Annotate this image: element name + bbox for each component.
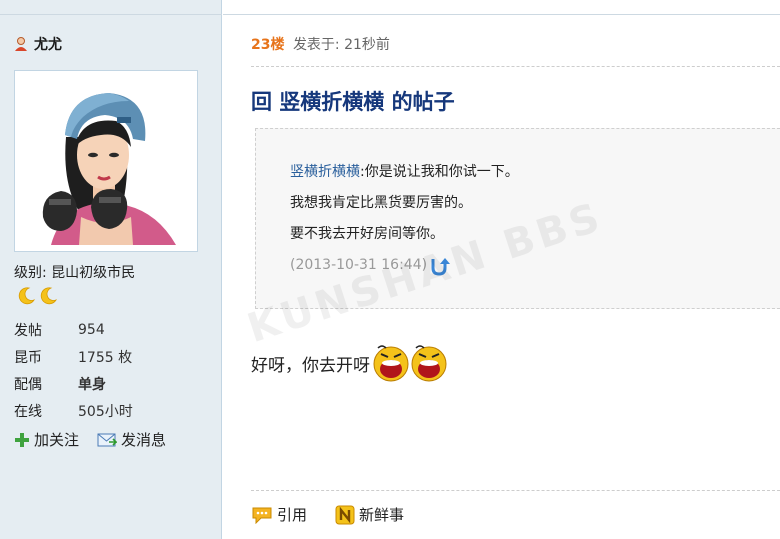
- user-level: 级别: 昆山初级市民: [14, 262, 135, 282]
- envelope-icon: [97, 433, 118, 446]
- reply-text: 好呀，你去开呀: [251, 355, 370, 376]
- quote-time-row: (2013-10-31 16:44): [290, 250, 780, 281]
- username[interactable]: 尤尤: [34, 34, 62, 54]
- stat-row: 配偶 单身: [14, 370, 133, 397]
- quote-time: (2013-10-31 16:44): [290, 257, 428, 273]
- stat-value: 954: [78, 321, 105, 338]
- reply-body: 好呀，你去开呀: [251, 340, 448, 386]
- quote-line: 我想我肯定比黑货要厉害的。: [290, 195, 472, 211]
- divider: [251, 66, 780, 67]
- post-page: 尤尤 级别: 昆山初级市民 发帖 954 昆币 1755 枚 配偶 单身 在线 …: [0, 0, 780, 539]
- user-panel: 尤尤 级别: 昆山初级市民 发帖 954 昆币 1755 枚 配偶 单身 在线 …: [0, 0, 222, 539]
- post-actions: 引用 新鲜事: [251, 504, 404, 525]
- speech-bubble-icon: [252, 507, 272, 524]
- stat-row: 在线 505小时: [14, 397, 133, 424]
- send-message-label: 发消息: [121, 431, 167, 449]
- level-label: 级别:: [14, 265, 52, 281]
- moon-icon: [18, 287, 35, 305]
- stat-key: 在线: [14, 403, 42, 420]
- user-icon: [15, 37, 27, 51]
- stat-key: 昆币: [14, 349, 42, 366]
- stat-value: 单身: [78, 376, 106, 393]
- post-meta: 23楼 发表于: 21秒前: [251, 34, 390, 54]
- stat-key: 配偶: [14, 376, 42, 393]
- news-label: 新鲜事: [359, 506, 405, 524]
- user-stats: 发帖 954 昆币 1755 枚 配偶 单身 在线 505小时: [14, 316, 133, 424]
- stat-value: 505小时: [78, 403, 133, 420]
- send-message-button[interactable]: 发消息: [97, 429, 166, 450]
- stat-row: 发帖 954: [14, 316, 133, 343]
- news-button[interactable]: 新鲜事: [335, 504, 404, 525]
- follow-button[interactable]: 加关注: [14, 429, 79, 450]
- quote-line: 要不我去开好房间等你。: [290, 226, 444, 242]
- post-time: 发表于: 21秒前: [292, 37, 390, 53]
- level-value: 昆山初级市民: [51, 265, 136, 281]
- divider: [0, 14, 222, 15]
- avatar-image: [21, 77, 191, 245]
- quote-line: 竖横折横横:你是说让我和你试一下。: [290, 157, 780, 188]
- username-row[interactable]: 尤尤: [14, 34, 62, 54]
- divider: [223, 14, 780, 15]
- news-n-icon: [335, 505, 355, 524]
- avatar[interactable]: [14, 70, 198, 252]
- level-moons: [16, 286, 58, 306]
- quote-label: 引用: [277, 506, 308, 524]
- post-title: 回 竖横折横横 的帖子: [251, 90, 455, 114]
- divider: [251, 490, 780, 491]
- quote-author[interactable]: 竖横折横横: [290, 164, 360, 180]
- quote-button[interactable]: 引用: [251, 504, 307, 525]
- stat-row: 昆币 1755 枚: [14, 343, 133, 370]
- stat-key: 发帖: [14, 322, 42, 339]
- post-content: 23楼 发表于: 21秒前 回 竖横折横横 的帖子 竖横折横横:你是说让我和你试…: [223, 0, 780, 539]
- user-actions: 加关注 发消息: [14, 429, 166, 450]
- jump-to-post-icon[interactable]: [429, 255, 451, 277]
- quote-block: 竖横折横横:你是说让我和你试一下。 我想我肯定比黑货要厉害的。 要不我去开好房间…: [255, 128, 780, 309]
- follow-label: 加关注: [34, 431, 80, 449]
- floor-number[interactable]: 23楼: [251, 37, 284, 53]
- plus-icon: [15, 432, 29, 447]
- laughing-emoji-icon: [373, 345, 447, 382]
- quote-text: :你是说让我和你试一下。: [360, 164, 519, 180]
- stat-value: 1755 枚: [78, 349, 133, 366]
- moon-icon: [40, 287, 57, 305]
